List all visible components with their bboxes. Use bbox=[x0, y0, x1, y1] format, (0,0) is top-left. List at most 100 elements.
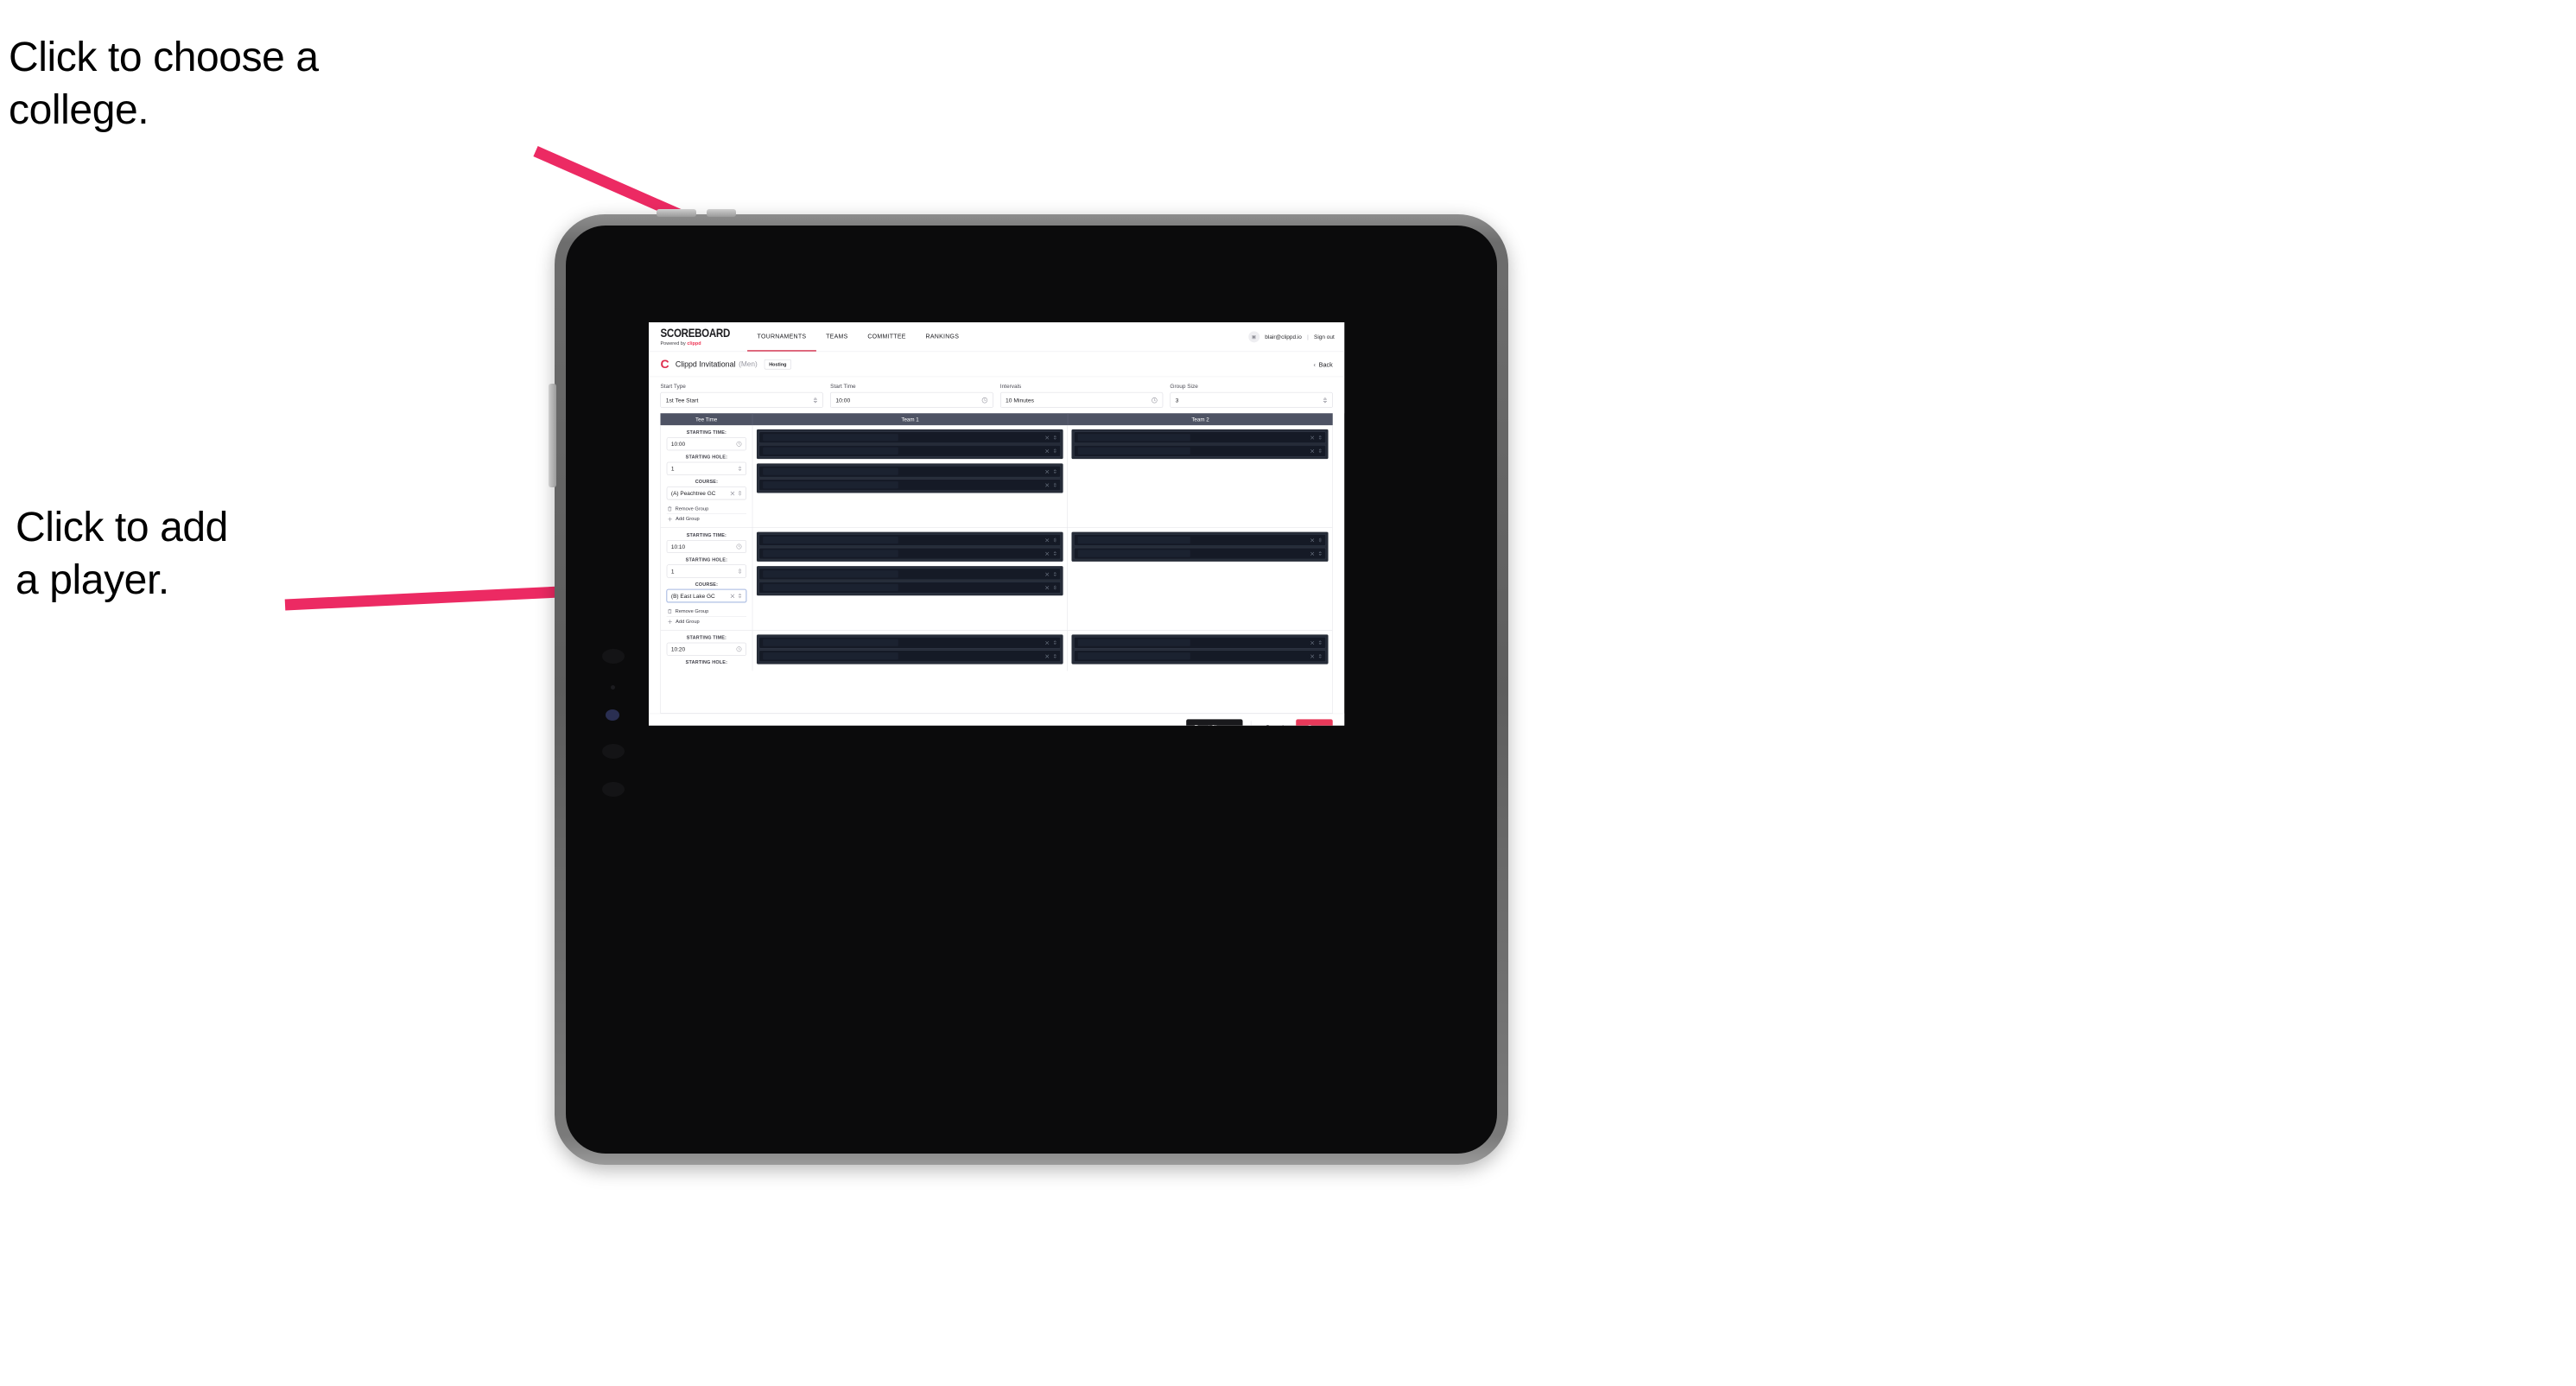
starting-hole-input[interactable]: 1 bbox=[666, 564, 747, 578]
close-icon[interactable] bbox=[1045, 448, 1050, 453]
stepper-icon[interactable] bbox=[1318, 448, 1322, 454]
player-slot[interactable] bbox=[758, 547, 1062, 560]
stepper-icon[interactable] bbox=[1318, 435, 1322, 440]
stepper-icon[interactable] bbox=[1318, 537, 1322, 543]
close-icon[interactable] bbox=[1045, 585, 1050, 590]
nav-item-tournaments[interactable]: TOURNAMENTS bbox=[747, 322, 816, 352]
stepper-icon[interactable] bbox=[1053, 482, 1056, 487]
stepper-icon[interactable] bbox=[1053, 640, 1056, 645]
close-icon[interactable] bbox=[1310, 436, 1315, 440]
starting-time-input[interactable]: 10:00 bbox=[666, 437, 747, 451]
player-name-redacted bbox=[1077, 639, 1190, 646]
player-slot[interactable] bbox=[758, 636, 1062, 649]
stepper-icon[interactable] bbox=[738, 490, 742, 496]
brand-logo[interactable]: SCOREBOARD Powered by clippd bbox=[660, 322, 732, 352]
close-icon[interactable] bbox=[1310, 551, 1315, 556]
add-group-button[interactable]: Add Group bbox=[667, 514, 746, 524]
volume-button[interactable] bbox=[707, 209, 736, 217]
player-slot[interactable] bbox=[758, 650, 1062, 663]
group-size-select[interactable]: 3 bbox=[1170, 391, 1333, 409]
course-select[interactable]: (B) East Lake GC bbox=[666, 589, 747, 603]
team1-cell bbox=[752, 425, 1068, 528]
clock-icon[interactable] bbox=[736, 646, 742, 652]
player-name-redacted bbox=[763, 434, 898, 442]
close-icon[interactable] bbox=[1045, 469, 1050, 474]
nav-item-committee[interactable]: COMMITTEE bbox=[858, 322, 916, 352]
filter-start-type: Start Type 1st Tee Start bbox=[660, 384, 823, 409]
player-slot[interactable] bbox=[758, 568, 1062, 581]
player-slot[interactable] bbox=[758, 534, 1062, 546]
close-icon[interactable] bbox=[1310, 448, 1315, 453]
player-slot[interactable] bbox=[1074, 431, 1326, 443]
nav-item-teams[interactable]: TEAMS bbox=[816, 322, 858, 352]
save-button[interactable]: Save bbox=[1296, 719, 1333, 726]
stepper-icon[interactable] bbox=[1053, 585, 1056, 590]
stepper-icon[interactable] bbox=[813, 397, 818, 404]
stepper-icon[interactable] bbox=[738, 569, 742, 575]
player-slot[interactable] bbox=[758, 479, 1062, 491]
intervals-input[interactable]: 10 Minutes bbox=[999, 391, 1164, 409]
stepper-icon[interactable] bbox=[1053, 448, 1056, 454]
close-icon[interactable] bbox=[1310, 537, 1315, 543]
player-slot[interactable] bbox=[1074, 650, 1326, 663]
close-icon[interactable] bbox=[1045, 483, 1050, 487]
close-icon[interactable] bbox=[1045, 640, 1050, 645]
player-slot[interactable] bbox=[1074, 636, 1326, 649]
player-slot-icons bbox=[1045, 482, 1056, 487]
close-icon[interactable] bbox=[1045, 436, 1050, 440]
stepper-icon[interactable] bbox=[1053, 571, 1056, 576]
player-slot[interactable] bbox=[758, 582, 1062, 594]
player-slot[interactable] bbox=[1074, 547, 1326, 560]
player-slot[interactable] bbox=[758, 431, 1062, 443]
close-icon[interactable] bbox=[1310, 654, 1315, 658]
starting-time-input[interactable]: 10:20 bbox=[666, 642, 747, 656]
side-button[interactable] bbox=[549, 384, 556, 487]
starting-time-caption: STARTING TIME: bbox=[686, 532, 727, 538]
player-slot[interactable] bbox=[1074, 534, 1326, 546]
player-slot[interactable] bbox=[758, 465, 1062, 478]
back-button[interactable]: ‹ Back bbox=[1314, 360, 1333, 367]
sign-out-link[interactable]: Sign out bbox=[1314, 334, 1335, 340]
close-icon[interactable] bbox=[1310, 640, 1315, 645]
close-icon[interactable] bbox=[1045, 572, 1050, 576]
column-header-team1: Team 1 bbox=[901, 416, 919, 423]
stepper-icon[interactable] bbox=[1053, 653, 1056, 658]
close-icon[interactable] bbox=[1045, 654, 1050, 658]
clock-icon[interactable] bbox=[1152, 397, 1158, 404]
stepper-icon[interactable] bbox=[738, 466, 742, 472]
cancel-button[interactable]: Cancel bbox=[1259, 719, 1291, 726]
close-icon[interactable] bbox=[1045, 537, 1050, 543]
stepper-icon[interactable] bbox=[738, 593, 742, 599]
player-slot[interactable] bbox=[758, 445, 1062, 457]
remove-group-button[interactable]: Remove Group bbox=[666, 607, 747, 617]
stepper-icon[interactable] bbox=[1053, 550, 1056, 556]
close-icon[interactable] bbox=[730, 491, 735, 496]
course-select[interactable]: (A) Peachtree GC bbox=[666, 486, 747, 500]
start-type-select[interactable]: 1st Tee Start bbox=[660, 391, 823, 409]
start-type-value: 1st Tee Start bbox=[665, 397, 699, 404]
nav-item-rankings[interactable]: RANKINGS bbox=[916, 322, 968, 352]
avatar[interactable]: ▣ bbox=[1248, 331, 1260, 343]
tee-sheet-body[interactable]: STARTING TIME: 10:00 STARTING HOLE: 1 CO… bbox=[660, 425, 1333, 714]
add-group-button[interactable]: Add Group bbox=[667, 617, 746, 626]
filter-start-time: Start Time 10:00 bbox=[830, 384, 993, 409]
close-icon[interactable] bbox=[730, 594, 735, 598]
stepper-icon[interactable] bbox=[1318, 640, 1322, 645]
stepper-icon[interactable] bbox=[1053, 537, 1056, 543]
clock-icon[interactable] bbox=[981, 397, 987, 404]
player-slot[interactable] bbox=[1074, 445, 1326, 457]
start-time-input[interactable]: 10:00 bbox=[830, 391, 993, 409]
starting-time-input[interactable]: 10:10 bbox=[666, 539, 747, 554]
power-button[interactable] bbox=[657, 209, 696, 217]
remove-group-button[interactable]: Remove Group bbox=[666, 504, 747, 514]
stepper-icon[interactable] bbox=[1318, 550, 1322, 556]
reset-changes-button[interactable]: Reset Changes bbox=[1186, 719, 1243, 726]
clock-icon[interactable] bbox=[736, 441, 742, 447]
stepper-icon[interactable] bbox=[1318, 653, 1322, 658]
clock-icon[interactable] bbox=[736, 544, 742, 550]
close-icon[interactable] bbox=[1045, 551, 1050, 556]
stepper-icon[interactable] bbox=[1053, 469, 1056, 474]
stepper-icon[interactable] bbox=[1323, 397, 1328, 404]
starting-hole-input[interactable]: 1 bbox=[666, 461, 747, 475]
stepper-icon[interactable] bbox=[1053, 435, 1056, 440]
